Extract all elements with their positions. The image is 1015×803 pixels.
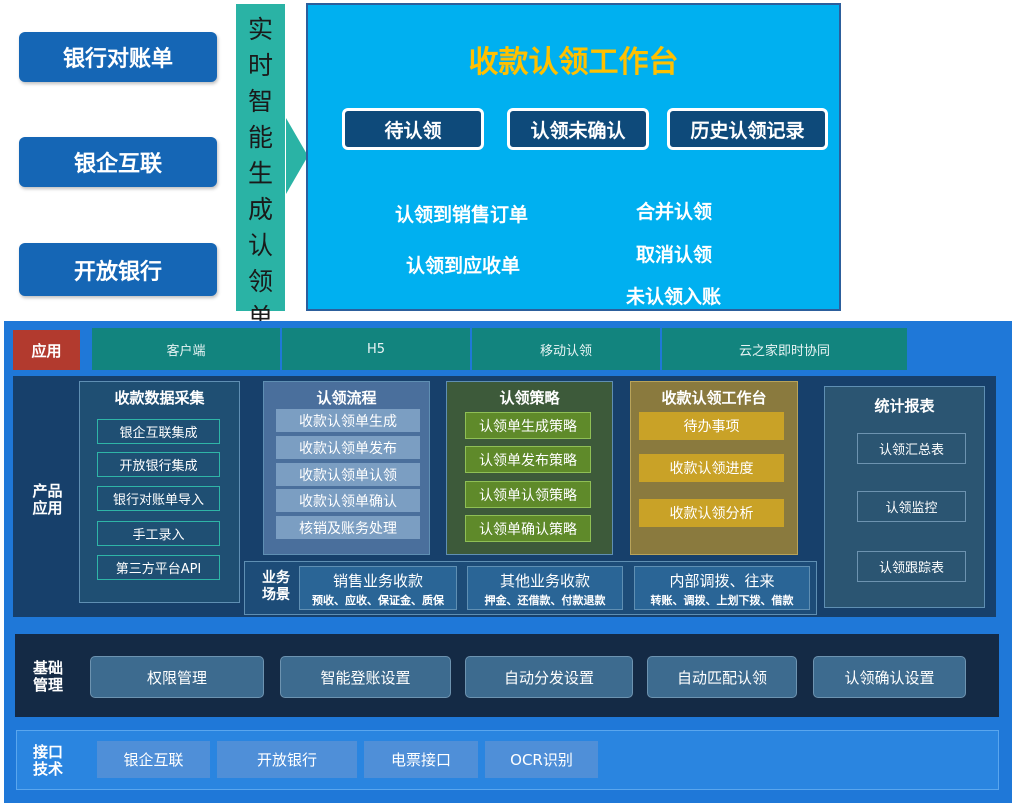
vertical-char: 领 [247,267,273,296]
interface-layer-label: 接口 技术 [32,743,63,778]
strategy-title: 认领策略 [499,389,560,407]
vertical-char: 认 [247,231,273,260]
claim-to-sales-order[interactable]: 认领到销售订单 [395,200,528,227]
report-item[interactable]: 认领监控 [857,491,966,522]
scene-internal[interactable]: 内部调拨、往来 转账、调拨、上划下拨、借款 [634,566,810,610]
workbench-item[interactable]: 收款认领进度 [639,454,784,482]
vertical-char: 成 [247,195,273,224]
tab-client[interactable]: 客户端 [92,328,280,370]
collection-title: 收款数据采集 [114,389,205,407]
merge-claim[interactable]: 合并认领 [636,197,712,224]
collection-item[interactable]: 第三方平台API [97,555,220,580]
tab-mobile-claim[interactable]: 移动认领 [472,328,660,370]
workbench-item[interactable]: 收款认领分析 [639,499,784,527]
vertical-char: 时 [247,51,273,80]
flow-title: 认领流程 [316,389,377,407]
strategy-item[interactable]: 认领单生成策略 [465,412,591,439]
source-bank-statement[interactable]: 银行对账单 [19,32,217,82]
vertical-char: 实 [247,15,273,44]
scene-other[interactable]: 其他业务收款 押金、还借款、付款退款 [467,566,623,610]
claim-confirm-settings-button[interactable]: 认领确认设置 [813,656,966,698]
report-item[interactable]: 认领跟踪表 [857,551,966,582]
interface-ocr[interactable]: OCR识别 [485,741,598,778]
interface-e-bill[interactable]: 电票接口 [364,741,478,778]
report-item[interactable]: 认领汇总表 [857,433,966,464]
base-layer-label: 基础 管理 [32,659,63,694]
workbench-title: 收款认领工作台 [468,45,679,80]
cancel-claim[interactable]: 取消认领 [636,240,712,267]
flow-item[interactable]: 收款认领单生成 [276,409,420,432]
interface-open-banking[interactable]: 开放银行 [217,741,357,778]
workbench-panel: 收款认领工作台 待认领 认领未确认 历史认领记录 认领到销售订单 合并认领 认领… [306,3,841,311]
auto-match-claim-button[interactable]: 自动匹配认领 [647,656,797,698]
source-open-banking[interactable]: 开放银行 [19,243,217,296]
flow-item[interactable]: 核销及账务处理 [276,516,420,539]
reports-title: 统计报表 [874,397,935,415]
collection-item[interactable]: 银行对账单导入 [97,486,220,511]
unconfirmed-claim-button[interactable]: 认领未确认 [507,108,649,150]
scene-name: 销售业务收款 [332,572,423,590]
vertical-char: 能 [247,123,273,152]
history-claim-button[interactable]: 历史认领记录 [667,108,828,150]
app-layer-label: 应用 [13,330,80,370]
claim-to-receivable[interactable]: 认领到应收单 [406,251,520,278]
strategy-item[interactable]: 认领单发布策略 [465,446,591,473]
pending-claim-button[interactable]: 待认领 [342,108,484,150]
collection-item[interactable]: 手工录入 [97,521,220,546]
interface-bank-enterprise[interactable]: 银企互联 [97,741,210,778]
tab-yunzhijia[interactable]: 云之家即时协同 [662,328,907,370]
workbench-item[interactable]: 待办事项 [639,412,784,440]
auto-distribute-settings-button[interactable]: 自动分发设置 [465,656,633,698]
realtime-generate-label: 实 时 智 能 生 成 认 领 单 [236,4,285,332]
arrow-right-icon [286,118,308,194]
product-layer-label: 产品 应用 [32,482,63,517]
vertical-char: 生 [247,159,273,188]
vertical-char: 智 [247,87,273,116]
collection-item[interactable]: 开放银行集成 [97,452,220,477]
permission-management-button[interactable]: 权限管理 [90,656,264,698]
scene-detail: 押金、还借款、付款退款 [484,594,606,607]
scene-detail: 转账、调拨、上划下拨、借款 [650,594,794,607]
flow-item[interactable]: 收款认领单发布 [276,436,420,459]
flow-item[interactable]: 收款认领单认领 [276,463,420,486]
strategy-item[interactable]: 认领单认领策略 [465,481,591,508]
scene-name: 其他业务收款 [499,572,590,590]
scene-name: 内部调拨、往来 [669,572,775,590]
scene-detail: 预收、应收、保证金、质保 [312,594,444,607]
unclaimed-posting[interactable]: 未认领入账 [626,282,721,309]
collection-item[interactable]: 银企互联集成 [97,419,220,444]
strategy-item[interactable]: 认领单确认策略 [465,515,591,542]
tab-h5[interactable]: H5 [282,328,470,370]
smart-posting-settings-button[interactable]: 智能登账设置 [280,656,451,698]
source-bank-enterprise[interactable]: 银企互联 [19,137,217,187]
scene-label: 业务 场景 [262,570,290,603]
workbench-card-title: 收款认领工作台 [661,389,767,407]
scene-sales[interactable]: 销售业务收款 预收、应收、保证金、质保 [299,566,457,610]
flow-item[interactable]: 收款认领单确认 [276,489,420,512]
